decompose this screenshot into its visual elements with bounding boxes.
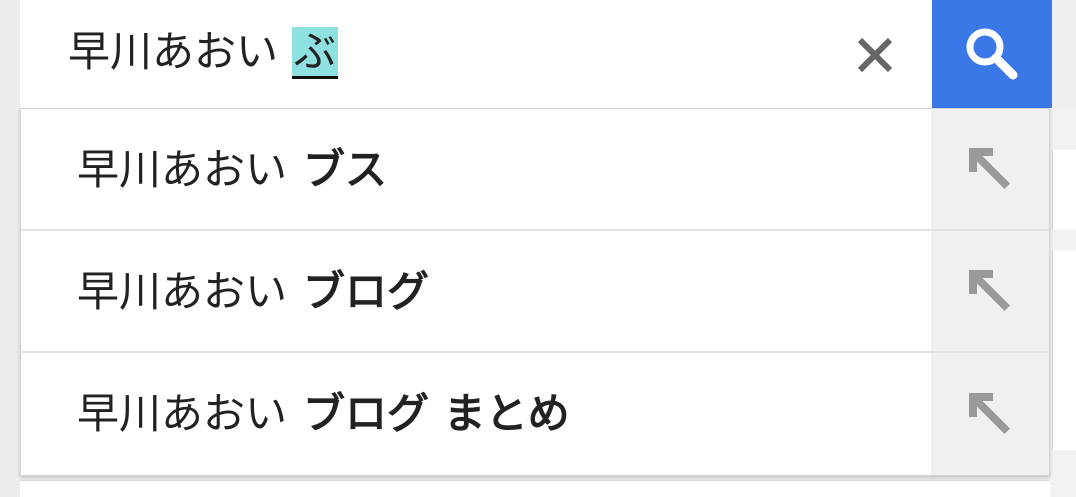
suggestion-text: 早川あおい ブス [77,139,387,201]
search-icon [966,28,1018,80]
fill-query-button[interactable] [931,231,1049,351]
search-query-text: 早川あおい [68,27,279,76]
clear-button[interactable] [840,20,910,90]
suggestion-item[interactable]: 早川あおい ブログ まとめ [21,353,1049,475]
page-background-left [0,0,20,497]
ime-composing-text: ぶ [292,27,339,79]
fill-query-button[interactable] [931,353,1049,475]
arrow-up-left-icon [969,148,1010,189]
search-page: 早川あおいぶ 早川あおい ブス 早川あおい ブログ 早川あおい ブログ まとめ [0,0,1076,497]
fill-query-button[interactable] [931,109,1049,229]
background-card [1052,250,1076,450]
arrow-up-left-icon [969,393,1010,434]
close-icon [857,37,893,73]
suggestion-completion: ブログ まとめ [303,389,570,438]
arrow-up-left-icon [969,270,1010,311]
suggestion-prefix: 早川あおい [77,145,288,194]
suggestion-prefix: 早川あおい [77,267,288,316]
suggestion-completion: ブログ [303,267,430,316]
search-button[interactable] [932,0,1052,108]
search-bar: 早川あおいぶ [20,0,1052,108]
suggestion-item[interactable]: 早川あおい ブログ [21,231,1049,353]
background-card [1052,150,1076,230]
suggestion-text: 早川あおい ブログ [77,261,429,323]
suggestion-item[interactable]: 早川あおい ブス [21,109,1049,231]
background-content [20,480,1050,497]
suggestion-prefix: 早川あおい [77,389,288,438]
search-input[interactable]: 早川あおいぶ [68,22,339,82]
suggestion-text: 早川あおい ブログ まとめ [77,383,570,445]
suggestion-completion: ブス [303,145,388,194]
suggestions-dropdown: 早川あおい ブス 早川あおい ブログ 早川あおい ブログ まとめ [20,108,1050,476]
